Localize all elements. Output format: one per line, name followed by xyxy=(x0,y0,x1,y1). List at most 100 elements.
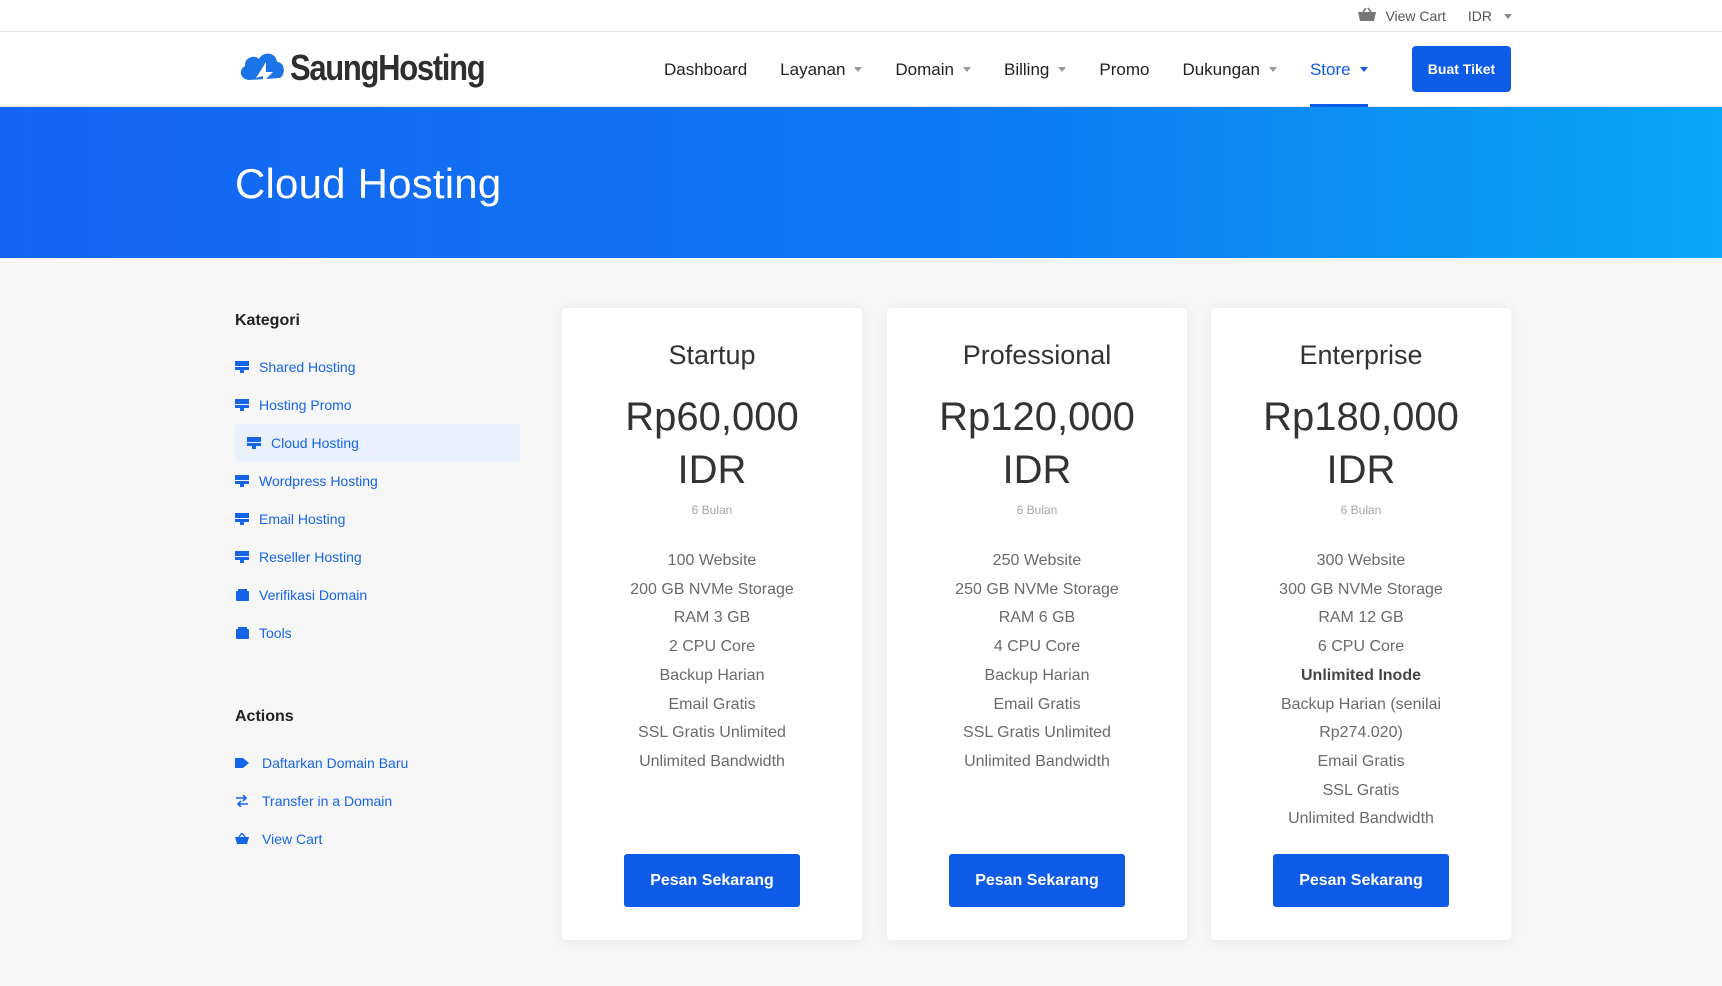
currency-selector[interactable]: IDR xyxy=(1468,8,1512,24)
plan-card-startup: Startup Rp60,000 IDR 6 Bulan 100 Website… xyxy=(562,308,862,940)
order-button-enterprise[interactable]: Pesan Sekarang xyxy=(1273,854,1449,907)
currency-label: IDR xyxy=(1467,8,1492,24)
feature-item: Email Gratis xyxy=(993,695,1081,713)
nav-label: Dashboard xyxy=(664,59,748,79)
plan-card-professional: Professional Rp120,000 IDR 6 Bulan 250 W… xyxy=(887,308,1187,940)
sidebar-item-wordpress-hosting[interactable]: Wordpress Hosting xyxy=(235,462,520,500)
nav-domain[interactable]: Domain xyxy=(895,32,971,107)
sidebar-item-verifikasi-domain[interactable]: Verifikasi Domain xyxy=(235,576,520,614)
nav-store[interactable]: Store xyxy=(1309,32,1368,107)
nav-label: Store xyxy=(1309,59,1351,79)
action-label: Transfer in a Domain xyxy=(262,793,393,809)
server-icon xyxy=(235,398,249,412)
sidebar-item-email-hosting[interactable]: Email Hosting xyxy=(235,500,520,538)
plan-features: 250 Website 250 GB NVMe Storage RAM 6 GB… xyxy=(887,547,1187,777)
box-icon xyxy=(235,626,249,640)
nav-dashboard[interactable]: Dashboard xyxy=(664,32,747,107)
nav-layanan[interactable]: Layanan xyxy=(780,32,863,107)
plan-price: Rp60,000 IDR xyxy=(562,391,862,497)
nav-billing[interactable]: Billing xyxy=(1004,32,1067,107)
nav-label: Promo xyxy=(1099,59,1150,79)
chevron-down-icon xyxy=(1359,67,1368,72)
top-utility-bar: View Cart IDR xyxy=(0,0,1722,32)
sidebar-item-cloud-hosting[interactable]: Cloud Hosting xyxy=(235,424,520,462)
main-header: SaungHosting Dashboard Layanan Domain Bi… xyxy=(0,32,1722,107)
plan-period: 6 Bulan xyxy=(1016,503,1058,517)
feature-item: 4 CPU Core xyxy=(993,638,1081,656)
plan-price-amount: Rp60,000 xyxy=(625,395,799,439)
nav-dukungan[interactable]: Dukungan xyxy=(1182,32,1277,107)
feature-item: Unlimited Bandwidth xyxy=(964,752,1110,770)
sidebar-item-label: Tools xyxy=(259,625,292,641)
categories-heading: Kategori xyxy=(235,312,300,329)
feature-item: SSL Gratis Unlimited xyxy=(638,724,786,742)
plan-features: 300 Website 300 GB NVMe Storage RAM 12 G… xyxy=(1211,547,1511,834)
sidebar-item-hosting-promo[interactable]: Hosting Promo xyxy=(235,386,520,424)
server-icon xyxy=(247,436,261,450)
feature-item: 250 GB NVMe Storage xyxy=(955,580,1119,598)
feature-item: 6 CPU Core xyxy=(1317,638,1405,656)
create-ticket-button[interactable]: Buat Tiket xyxy=(1412,46,1511,92)
feature-item: 250 Website xyxy=(992,552,1082,569)
order-button-professional[interactable]: Pesan Sekarang xyxy=(949,854,1125,907)
main-nav: Dashboard Layanan Domain Billing Promo D… xyxy=(664,32,1401,107)
feature-item: SSL Gratis xyxy=(1322,781,1400,799)
plan-price-currency: IDR xyxy=(677,448,747,492)
nav-label: Layanan xyxy=(780,59,846,79)
plan-name: Enterprise xyxy=(1299,340,1423,370)
action-view-cart[interactable]: View Cart xyxy=(235,820,520,858)
page-title: Cloud Hosting xyxy=(235,160,502,207)
chevron-down-icon xyxy=(1268,67,1277,72)
plan-period: 6 Bulan xyxy=(691,503,733,517)
chevron-down-icon xyxy=(1058,67,1067,72)
server-icon xyxy=(235,360,249,374)
brand-logo[interactable]: SaungHosting xyxy=(236,47,516,89)
order-button-startup[interactable]: Pesan Sekarang xyxy=(624,854,800,907)
action-register-domain[interactable]: Daftarkan Domain Baru xyxy=(235,744,520,782)
plan-name: Startup xyxy=(668,340,756,370)
box-icon xyxy=(235,588,249,602)
chevron-down-icon xyxy=(1504,13,1512,19)
plan-price: Rp180,000 IDR xyxy=(1211,391,1511,497)
sidebar-item-label: Wordpress Hosting xyxy=(259,473,378,489)
feature-item: 2 CPU Core xyxy=(668,638,756,656)
feature-item: RAM 12 GB xyxy=(1318,609,1404,627)
feature-item: Email Gratis xyxy=(1317,752,1405,770)
view-cart-link[interactable]: View Cart xyxy=(1357,7,1446,26)
feature-item: Email Gratis xyxy=(668,695,756,713)
sidebar-item-label: Cloud Hosting xyxy=(271,435,359,451)
sidebar-item-label: Shared Hosting xyxy=(259,359,356,375)
sidebar-item-label: Hosting Promo xyxy=(259,397,352,413)
chevron-down-icon xyxy=(963,67,971,72)
feature-item: Unlimited Bandwidth xyxy=(1288,810,1434,828)
feature-item: SSL Gratis Unlimited xyxy=(963,724,1111,742)
server-icon xyxy=(235,474,249,488)
sidebar-item-label: Reseller Hosting xyxy=(259,549,362,565)
nav-promo[interactable]: Promo xyxy=(1099,32,1149,107)
brand-name: SaungHosting xyxy=(290,47,486,88)
feature-item: 200 GB NVMe Storage xyxy=(630,580,794,598)
sidebar-item-reseller-hosting[interactable]: Reseller Hosting xyxy=(235,538,520,576)
feature-item: Unlimited Bandwidth xyxy=(639,752,785,770)
sidebar-item-shared-hosting[interactable]: Shared Hosting xyxy=(235,348,520,386)
plan-price-currency: IDR xyxy=(1002,448,1072,492)
plan-period: 6 Bulan xyxy=(1340,503,1382,517)
action-label: Daftarkan Domain Baru xyxy=(262,755,409,771)
actions-heading: Actions xyxy=(235,708,294,725)
sidebar-item-tools[interactable]: Tools xyxy=(235,614,520,652)
action-transfer-domain[interactable]: Transfer in a Domain xyxy=(235,782,520,820)
plan-price: Rp120,000 IDR xyxy=(887,391,1187,497)
plan-price-amount: Rp120,000 xyxy=(939,395,1135,439)
feature-item: 300 Website xyxy=(1316,552,1406,569)
sidebar-item-label: Verifikasi Domain xyxy=(259,587,368,603)
nav-label: Domain xyxy=(895,59,954,79)
chevron-down-icon xyxy=(854,67,863,72)
tag-icon xyxy=(235,756,249,770)
nav-label: Billing xyxy=(1004,59,1050,79)
sidebar-item-label: Email Hosting xyxy=(259,511,346,527)
feature-item: RAM 6 GB xyxy=(998,609,1076,627)
nav-label: Dukungan xyxy=(1182,59,1260,79)
plan-price-amount: Rp180,000 xyxy=(1263,395,1459,439)
feature-item: Backup Harian (senilai Rp274.020) xyxy=(1280,695,1442,742)
feature-item: 100 Website xyxy=(667,552,757,569)
